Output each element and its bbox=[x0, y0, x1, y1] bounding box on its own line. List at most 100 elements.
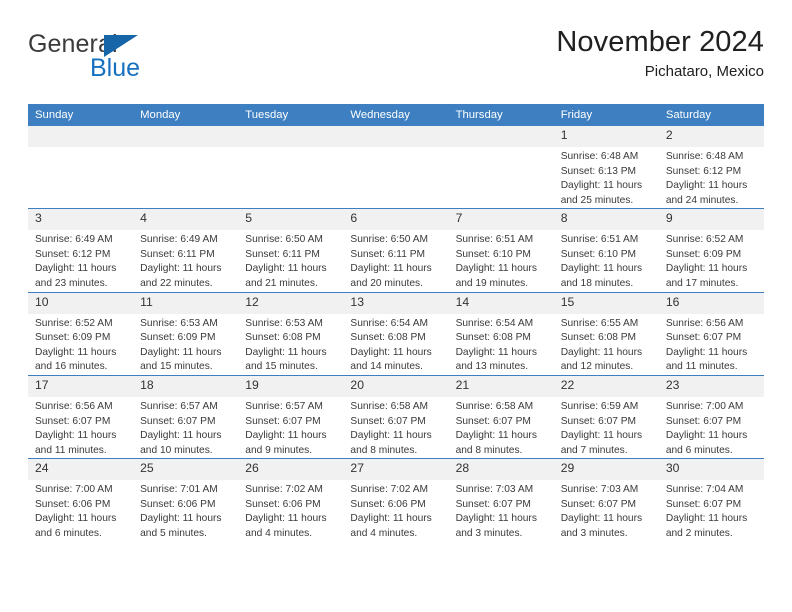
calendar-day-cell[interactable]: 12 Sunrise: 6:53 AM Sunset: 6:08 PM Dayligh… bbox=[238, 291, 344, 376]
sunset-time: Sunset: 6:09 PM bbox=[665, 248, 742, 260]
sunrise-time: Sunrise: 7:00 AM bbox=[35, 484, 113, 496]
calendar-day-cell[interactable]: 7 Sunrise: 6:51 AM Sunset: 6:10 PM Daylight… bbox=[448, 208, 554, 293]
calendar-day-cell[interactable]: 18 Sunrise: 6:57 AM Sunset: 6:07 PM Dayligh… bbox=[133, 374, 239, 459]
calendar-day-cell[interactable]: 14 Sunrise: 6:54 AM Sunset: 6:08 PM Dayligh… bbox=[448, 291, 554, 376]
calendar-day-cell[interactable]: 25 Sunrise: 7:01 AM Sunset: 6:06 PM Dayligh… bbox=[133, 458, 239, 542]
calendar-day-cell[interactable]: 5 Sunrise: 6:50 AM Sunset: 6:11 PM Daylight… bbox=[238, 208, 344, 293]
calendar-day-cell[interactable]: 28 Sunrise: 7:03 AM Sunset: 6:07 PM Dayligh… bbox=[448, 458, 554, 542]
weekday-header-sunday: Sunday bbox=[28, 104, 134, 126]
day-number: 5 bbox=[238, 209, 344, 231]
day-number: 1 bbox=[553, 126, 659, 147]
daylight-duration-line2: and 12 minutes. bbox=[560, 361, 634, 373]
calendar-day-cell[interactable]: 3 Sunrise: 6:49 AM Sunset: 6:12 PM Daylight… bbox=[28, 208, 134, 293]
daylight-duration-line1: Daylight: 11 hours bbox=[455, 263, 537, 275]
sunrise-time: Sunrise: 7:02 AM bbox=[245, 484, 323, 496]
day-details: Sunrise: 6:51 AM Sunset: 6:10 PM Daylight:… bbox=[449, 230, 554, 291]
sunset-time: Sunset: 6:13 PM bbox=[560, 165, 637, 177]
day-number: 21 bbox=[448, 375, 554, 397]
daylight-duration-line1: Daylight: 11 hours bbox=[245, 263, 327, 275]
sunrise-time: Sunrise: 6:58 AM bbox=[350, 400, 429, 412]
calendar-day-cell[interactable]: 26 Sunrise: 7:02 AM Sunset: 6:06 PM Dayligh… bbox=[238, 458, 344, 542]
daylight-duration-line2: and 24 minutes. bbox=[665, 194, 739, 206]
calendar-day-cell[interactable]: 22 Sunrise: 6:59 AM Sunset: 6:07 PM Dayligh… bbox=[553, 374, 659, 459]
daylight-duration-line1: Daylight: 11 hours bbox=[35, 430, 117, 442]
calendar-day-cell[interactable]: 16 Sunrise: 6:56 AM Sunset: 6:07 PM Dayligh… bbox=[658, 291, 764, 376]
weekday-header-monday: Monday bbox=[133, 104, 239, 126]
calendar-day-cell[interactable]: 24 Sunrise: 7:00 AM Sunset: 6:06 PM Dayligh… bbox=[28, 458, 134, 542]
daylight-duration-line2: and 11 minutes. bbox=[35, 444, 107, 456]
calendar-day-cell[interactable]: 21 Sunrise: 6:58 AM Sunset: 6:07 PM Dayligh… bbox=[448, 374, 554, 459]
calendar-day-cell[interactable]: 6 Sunrise: 6:50 AM Sunset: 6:11 PM Daylight… bbox=[343, 208, 449, 293]
day-number: 27 bbox=[343, 459, 449, 481]
daylight-duration-line1: Daylight: 11 hours bbox=[560, 263, 643, 275]
daylight-duration-line2: and 16 minutes. bbox=[35, 361, 108, 373]
weekday-header-saturday: Saturday bbox=[658, 104, 764, 126]
day-details: Sunrise: 6:49 AM Sunset: 6:12 PM Daylight:… bbox=[28, 230, 133, 291]
general-blue-logo[interactable]: General Blue bbox=[28, 32, 268, 88]
daylight-duration-line2: and 11 minutes. bbox=[665, 361, 738, 373]
day-details: Sunrise: 6:52 AM Sunset: 6:09 PM Daylight:… bbox=[28, 314, 133, 375]
sunrise-time: Sunrise: 7:02 AM bbox=[350, 484, 429, 496]
weekday-header-thursday: Thursday bbox=[448, 104, 554, 126]
sunset-time: Sunset: 6:07 PM bbox=[455, 415, 531, 427]
day-number bbox=[343, 126, 449, 147]
calendar-day-cell[interactable]: 19 Sunrise: 6:57 AM Sunset: 6:07 PM Dayligh… bbox=[238, 374, 344, 459]
daylight-duration-line1: Daylight: 11 hours bbox=[350, 430, 432, 442]
daylight-duration-line2: and 18 minutes. bbox=[560, 278, 634, 290]
logo-text-blue: Blue bbox=[90, 54, 141, 82]
calendar-day-cell[interactable]: 20 Sunrise: 6:58 AM Sunset: 6:07 PM Dayligh… bbox=[343, 374, 449, 459]
day-details: Sunrise: 6:52 AM Sunset: 6:09 PM Daylight:… bbox=[659, 230, 764, 291]
daylight-duration-line1: Daylight: 11 hours bbox=[665, 513, 748, 525]
page-subtitle: Pichataro, Mexico bbox=[644, 63, 764, 81]
weekday-header-friday: Friday bbox=[553, 104, 659, 126]
sunset-time: Sunset: 6:07 PM bbox=[665, 415, 742, 427]
daylight-duration-line1: Daylight: 11 hours bbox=[560, 346, 643, 358]
calendar-day-cell[interactable]: 8 Sunrise: 6:51 AM Sunset: 6:10 PM Daylight… bbox=[553, 208, 659, 293]
calendar-day-cell[interactable]: 1 Sunrise: 6:48 AM Sunset: 6:13 PM Daylight… bbox=[553, 126, 659, 209]
day-details: Sunrise: 6:58 AM Sunset: 6:07 PM Daylight:… bbox=[449, 397, 554, 458]
daylight-duration-line1: Daylight: 11 hours bbox=[245, 346, 327, 358]
calendar-day-cell[interactable]: 13 Sunrise: 6:54 AM Sunset: 6:08 PM Dayligh… bbox=[343, 291, 449, 376]
daylight-duration-line2: and 6 minutes. bbox=[35, 527, 102, 539]
calendar-day-cell[interactable]: 2 Sunrise: 6:48 AM Sunset: 6:12 PM Daylight… bbox=[658, 126, 764, 209]
daylight-duration-line1: Daylight: 11 hours bbox=[35, 263, 117, 275]
calendar-day-cell[interactable]: 15 Sunrise: 6:55 AM Sunset: 6:08 PM Dayligh… bbox=[553, 291, 659, 376]
day-number: 10 bbox=[28, 292, 134, 314]
day-details: Sunrise: 6:50 AM Sunset: 6:11 PM Daylight:… bbox=[238, 230, 343, 291]
calendar-day-cell[interactable]: 27 Sunrise: 7:02 AM Sunset: 6:06 PM Dayligh… bbox=[343, 458, 449, 542]
daylight-duration-line2: and 13 minutes. bbox=[455, 361, 529, 373]
daylight-duration-line2: and 20 minutes. bbox=[350, 278, 423, 290]
day-details: Sunrise: 6:56 AM Sunset: 6:07 PM Daylight:… bbox=[659, 314, 764, 375]
daylight-duration-line1: Daylight: 11 hours bbox=[140, 430, 222, 442]
calendar-day-cell[interactable]: 23 Sunrise: 7:00 AM Sunset: 6:07 PM Dayligh… bbox=[658, 374, 764, 459]
sunset-time: Sunset: 6:08 PM bbox=[455, 332, 531, 344]
calendar-day-cell[interactable]: 17 Sunrise: 6:56 AM Sunset: 6:07 PM Dayligh… bbox=[28, 374, 134, 459]
sunset-time: Sunset: 6:11 PM bbox=[350, 248, 425, 260]
day-number: 22 bbox=[553, 375, 659, 397]
daylight-duration-line2: and 21 minutes. bbox=[245, 278, 318, 290]
day-number bbox=[448, 126, 554, 147]
day-number: 9 bbox=[658, 209, 764, 231]
sunset-time: Sunset: 6:11 PM bbox=[140, 248, 215, 260]
sunset-time: Sunset: 6:12 PM bbox=[665, 165, 742, 177]
sunset-time: Sunset: 6:09 PM bbox=[35, 332, 111, 344]
daylight-duration-line2: and 10 minutes. bbox=[140, 444, 213, 456]
calendar-day-cell[interactable]: 30 Sunrise: 7:04 AM Sunset: 6:07 PM Dayligh… bbox=[658, 458, 764, 542]
daylight-duration-line2: and 8 minutes. bbox=[455, 444, 523, 456]
sunrise-time: Sunrise: 6:55 AM bbox=[560, 317, 639, 329]
title-block: November 2024 Pichataro, Mexico bbox=[556, 26, 764, 81]
day-number: 30 bbox=[658, 459, 764, 481]
calendar-day-cell[interactable]: 11 Sunrise: 6:53 AM Sunset: 6:09 PM Dayligh… bbox=[133, 291, 239, 376]
day-details: Sunrise: 7:00 AM Sunset: 6:06 PM Daylight:… bbox=[28, 480, 133, 541]
sunrise-time: Sunrise: 6:48 AM bbox=[665, 151, 744, 162]
daylight-duration-line2: and 23 minutes. bbox=[35, 278, 108, 290]
daylight-duration-line2: and 3 minutes. bbox=[455, 527, 523, 539]
sunset-time: Sunset: 6:07 PM bbox=[665, 332, 742, 344]
calendar-day-cell[interactable]: 10 Sunrise: 6:52 AM Sunset: 6:09 PM Dayligh… bbox=[28, 291, 134, 376]
calendar-day-cell[interactable]: 9 Sunrise: 6:52 AM Sunset: 6:09 PM Daylight… bbox=[658, 208, 764, 293]
day-number: 12 bbox=[238, 292, 344, 314]
sunset-time: Sunset: 6:07 PM bbox=[245, 415, 321, 427]
day-number: 2 bbox=[658, 126, 764, 147]
calendar-day-cell[interactable]: 29 Sunrise: 7:03 AM Sunset: 6:07 PM Dayligh… bbox=[553, 458, 659, 542]
calendar-day-cell[interactable]: 4 Sunrise: 6:49 AM Sunset: 6:11 PM Daylight… bbox=[133, 208, 239, 293]
